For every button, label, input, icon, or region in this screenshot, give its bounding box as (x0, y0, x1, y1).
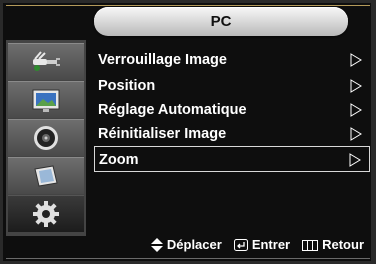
help-enter-label: Entrer (251, 237, 291, 252)
channel-icon (34, 165, 58, 187)
menu-item-reglage-automatique[interactable]: Réglage Automatique (94, 97, 370, 123)
menu-item-label: Verrouillage Image (98, 52, 227, 68)
enter-icon (233, 239, 248, 251)
gear-icon (33, 201, 59, 227)
menu-item-label: Position (98, 78, 156, 94)
sidebar-item-setup[interactable] (8, 195, 84, 232)
menu-item-zoom[interactable]: Zoom (94, 146, 370, 172)
chevron-right-icon (350, 103, 362, 117)
sidebar (6, 40, 86, 236)
help-bar: Déplacer Entrer Retour (94, 232, 370, 258)
return-icon (302, 239, 319, 251)
bottom-left-band (6, 236, 92, 258)
page-title: PC (94, 7, 348, 36)
chevron-right-icon (350, 79, 362, 93)
menu-item-verrouillage-image[interactable]: Verrouillage Image (94, 47, 370, 73)
menu-item-reinitialiser-image[interactable]: Réinitialiser Image (94, 121, 370, 147)
sidebar-item-input[interactable] (8, 43, 84, 80)
chevron-right-icon (350, 127, 362, 141)
chevron-right-icon (350, 53, 362, 67)
speaker-icon (34, 126, 58, 150)
picture-icon (32, 89, 60, 112)
up-down-arrows-icon (150, 238, 163, 252)
menu-list: Verrouillage Image Position Réglage Auto… (94, 40, 370, 236)
help-back-label: Retour (322, 237, 364, 252)
menu-item-label: Réglage Automatique (98, 102, 247, 118)
menu-item-position[interactable]: Position (94, 73, 370, 99)
sidebar-item-channel[interactable] (8, 157, 84, 194)
bottom-divider (6, 258, 370, 259)
help-move-label: Déplacer (166, 237, 222, 252)
menu-item-label: Zoom (99, 152, 139, 168)
sidebar-item-picture[interactable] (8, 81, 84, 118)
chevron-right-icon (349, 153, 361, 167)
top-divider (6, 5, 370, 6)
menu-item-label: Réinitialiser Image (98, 126, 227, 142)
antenna-plug-icon (33, 51, 60, 71)
sidebar-item-sound[interactable] (8, 119, 84, 156)
